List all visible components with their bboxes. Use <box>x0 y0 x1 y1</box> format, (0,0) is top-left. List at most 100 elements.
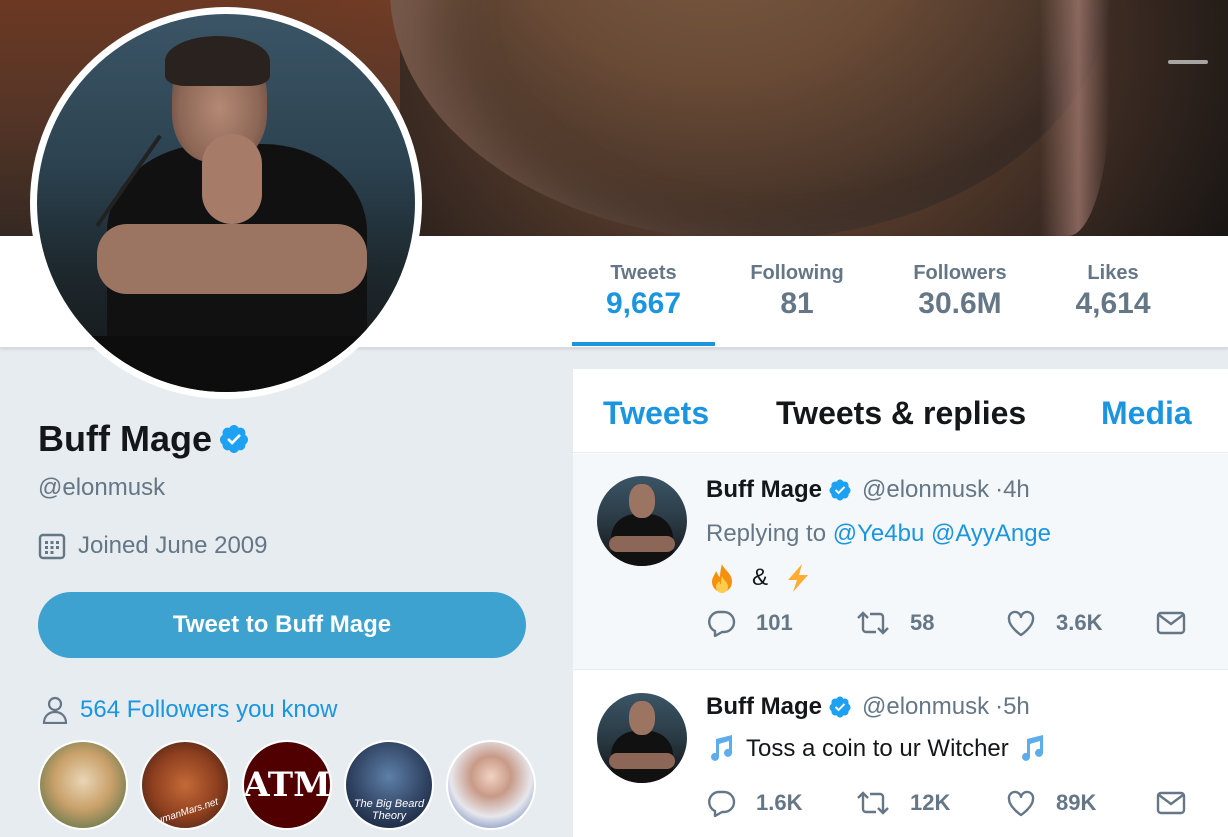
tab-tweets[interactable]: Tweets <box>603 395 709 432</box>
reply-button[interactable]: 101 <box>706 609 856 637</box>
stat-tweets[interactable]: Tweets 9,667 <box>572 262 715 321</box>
avatar-desk <box>37 336 415 392</box>
profile-name[interactable]: Buff Mage <box>38 418 212 460</box>
tweet-text: Toss a coin to ur Witcher <box>706 733 1049 765</box>
envelope-icon <box>1156 791 1186 815</box>
retweet-button[interactable]: 58 <box>856 609 1006 637</box>
tweet-header: Buff Mage @elonmusk ·4h <box>706 476 1030 504</box>
music-notes-emoji-icon <box>1021 735 1043 761</box>
reply-count: 1.6K <box>756 790 803 815</box>
tweet[interactable]: Buff Mage @elonmusk ·5h Toss a coin to u… <box>573 671 1228 837</box>
retweet-button[interactable]: 12K <box>856 789 1006 817</box>
profile-handle: @elonmusk <box>38 474 166 501</box>
stat-tweets-value: 9,667 <box>605 287 682 320</box>
stat-following[interactable]: Following 81 <box>733 262 861 321</box>
replying-to: Replying to @Ye4bu @AyyAnge <box>706 520 1051 548</box>
stat-followers-label: Followers <box>913 262 1007 284</box>
tweet-timestamp[interactable]: ·5h <box>995 693 1030 721</box>
lightning-emoji-icon <box>788 564 809 592</box>
tweet-author-handle[interactable]: @elonmusk <box>862 693 989 721</box>
humanmarsnet-avatar[interactable]: humanMars.net <box>140 740 230 830</box>
tweet[interactable]: Buff Mage @elonmusk ·4h Replying to @Ye4… <box>573 454 1228 670</box>
tweet-author-name[interactable]: Buff Mage <box>706 693 822 721</box>
tweet-to-button[interactable]: Tweet to Buff Mage <box>38 592 526 658</box>
profile-avatar[interactable] <box>30 7 422 399</box>
heart-icon <box>1007 790 1035 817</box>
avatar-arms <box>609 753 675 769</box>
direct-message-button[interactable] <box>1156 611 1186 635</box>
replying-to-label: Replying to <box>706 520 827 547</box>
like-count: 89K <box>1056 790 1097 815</box>
tweet-actions: 1.6K 12K 89K <box>706 789 1186 817</box>
like-button[interactable]: 89K <box>1006 789 1156 817</box>
like-button[interactable]: 3.6K <box>1006 609 1156 637</box>
joined-date: Joined June 2009 <box>78 532 268 559</box>
big-beard-theory-avatar-text: The Big Beard Theory <box>353 798 425 822</box>
hamster-avatar[interactable] <box>38 740 128 830</box>
stat-followers-value: 30.6M <box>918 287 1002 320</box>
stat-likes[interactable]: Likes 4,614 <box>1060 262 1166 321</box>
active-stat-underline <box>572 342 715 346</box>
verified-badge-icon <box>829 696 851 718</box>
avatar-arms <box>609 536 675 552</box>
tweet-text-connector: & <box>752 564 769 591</box>
tweet-avatar[interactable] <box>597 693 687 783</box>
stat-tweets-label: Tweets <box>610 262 677 284</box>
avatar-hair <box>165 36 270 86</box>
verified-badge-icon <box>219 425 248 453</box>
retweet-count: 58 <box>910 610 935 635</box>
reply-icon <box>708 610 736 637</box>
reply-count: 101 <box>756 610 793 635</box>
texas-am-avatar-text: ATM <box>243 765 331 805</box>
stat-followers[interactable]: Followers 30.6M <box>895 262 1025 321</box>
humanmarsnet-avatar-text: humanMars.net <box>150 796 220 829</box>
followers-you-know-row[interactable]: 564 Followers you know <box>42 696 337 724</box>
mention-link[interactable]: @AyyAnge <box>931 520 1051 547</box>
tab-tweets-and-replies[interactable]: Tweets & replies <box>776 395 1026 432</box>
banner-planet-image <box>390 0 1110 236</box>
stat-likes-label: Likes <box>1087 262 1139 284</box>
like-count: 3.6K <box>1056 610 1103 635</box>
stat-following-label: Following <box>750 262 844 284</box>
reply-button[interactable]: 1.6K <box>706 789 856 817</box>
avatar-head <box>629 701 655 735</box>
stat-following-value: 81 <box>780 287 814 320</box>
calendar-icon <box>38 533 66 560</box>
timeline: Tweets Tweets & replies Media Buff Mage … <box>573 369 1228 837</box>
tweet-text-body: Toss a coin to ur Witcher <box>746 735 1009 762</box>
followers-you-know-link[interactable]: 564 Followers you know <box>80 696 337 724</box>
retweet-icon <box>857 791 889 815</box>
retweet-count: 12K <box>910 790 951 815</box>
person-icon <box>42 696 68 724</box>
tweet-header: Buff Mage @elonmusk ·5h <box>706 693 1030 721</box>
tweet-actions: 101 58 3.6K <box>706 609 1186 637</box>
envelope-icon <box>1156 611 1186 635</box>
stat-likes-value: 4,614 <box>1075 287 1151 320</box>
tweet-text: & <box>706 562 814 594</box>
banner-planet-rim <box>1040 0 1110 236</box>
mention-link[interactable]: @Ye4bu <box>833 520 925 547</box>
fire-emoji-icon <box>712 564 732 593</box>
banner-star-streak <box>1168 60 1208 64</box>
retweet-icon <box>857 611 889 635</box>
avatar-photo <box>37 14 415 392</box>
tab-media[interactable]: Media <box>1101 395 1192 432</box>
avatar-head <box>629 484 655 518</box>
music-notes-emoji-icon <box>711 735 732 761</box>
reply-icon <box>708 790 736 817</box>
heart-icon <box>1007 610 1035 637</box>
avatar-hands <box>202 134 262 224</box>
profile-card: Buff Mage @elonmusk Joined June 2009 Twe… <box>38 418 538 830</box>
tweet-avatar[interactable] <box>597 476 687 566</box>
tweet-author-name[interactable]: Buff Mage <box>706 476 822 504</box>
big-beard-theory-avatar[interactable]: The Big Beard Theory <box>344 740 434 830</box>
timeline-tabs: Tweets Tweets & replies Media <box>573 369 1228 453</box>
cosmonaut-avatar[interactable] <box>446 740 536 830</box>
joined-row: Joined June 2009 <box>38 532 268 560</box>
avatar-arms <box>97 224 367 294</box>
texas-am-avatar[interactable]: ATM <box>242 740 332 830</box>
tweet-timestamp[interactable]: ·4h <box>995 476 1030 504</box>
direct-message-button[interactable] <box>1156 791 1186 815</box>
mutual-followers: humanMars.net ATM The Big Beard Theory <box>38 740 536 830</box>
tweet-author-handle[interactable]: @elonmusk <box>862 476 989 504</box>
